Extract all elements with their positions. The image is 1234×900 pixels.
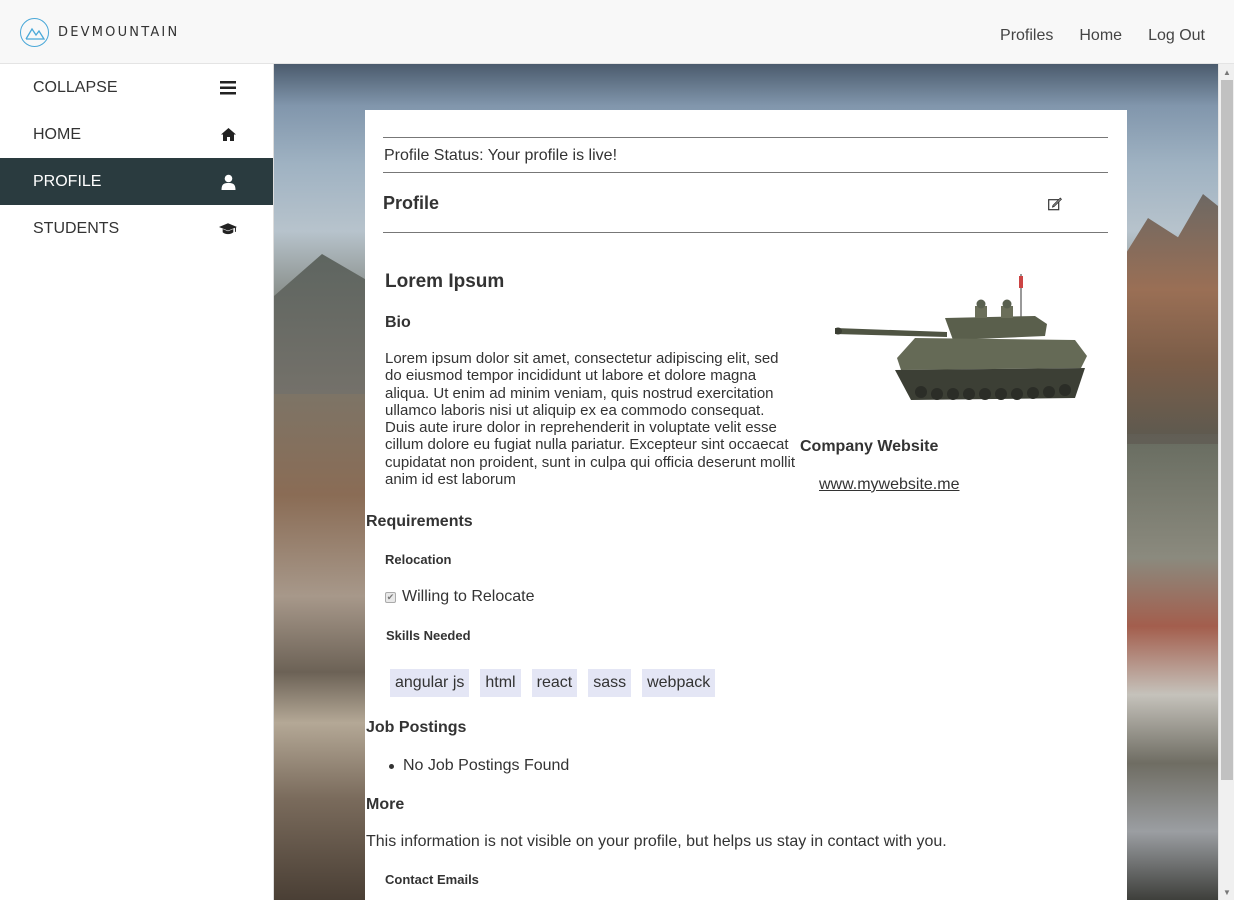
city-right [1126, 444, 1218, 900]
profile-name: Lorem Ipsum [385, 271, 505, 292]
home-icon [219, 126, 237, 144]
company-website-label: Company Website [800, 438, 939, 455]
bullet-icon [389, 763, 394, 769]
sidebar-item-collapse[interactable]: COLLAPSE [0, 64, 273, 111]
user-icon [219, 173, 237, 191]
scroll-thumb[interactable] [1221, 80, 1233, 780]
relocation-label: Relocation [385, 552, 452, 567]
profile-card: Profile Status: Your profile is live! Pr… [365, 110, 1127, 900]
sidebar-item-label: STUDENTS [33, 219, 120, 237]
more-heading: More [366, 796, 405, 813]
job-posting-text: No Job Postings Found [403, 757, 570, 774]
company-website-link[interactable]: www.mywebsite.me [819, 476, 959, 494]
edit-icon[interactable] [1048, 197, 1064, 213]
bio-text: Lorem ipsum dolor sit amet, consectetur … [385, 350, 795, 489]
sidebar-item-label: HOME [33, 125, 81, 143]
job-postings-heading: Job Postings [366, 719, 467, 736]
top-nav: Profiles Home Log Out [1000, 27, 1205, 45]
company-logo-image [834, 270, 1091, 420]
city-left [274, 394, 366, 900]
sidebar: COLLAPSE HOME PROFILE STUDENTS [0, 64, 274, 900]
profile-title: Profile [383, 193, 440, 213]
skill-tag: angular js [390, 669, 470, 697]
bars-icon [219, 79, 237, 97]
skills-needed-label: Skills Needed [386, 628, 471, 643]
mountain-right [1118, 194, 1218, 434]
skill-tag: html [480, 669, 521, 697]
list-item: No Job Postings Found [389, 757, 569, 775]
mountain-logo-icon [20, 18, 49, 47]
contact-emails-label: Contact Emails [385, 872, 479, 887]
brand-name: DEVMOUNTAIN [58, 25, 180, 40]
brand[interactable]: DEVMOUNTAIN [20, 18, 179, 47]
relocate-checkbox-label: Willing to Relocate [402, 588, 535, 605]
profile-status: Profile Status: Your profile is live! [384, 147, 618, 164]
skill-tag: webpack [642, 669, 716, 697]
relocate-option: ✔ Willing to Relocate [385, 588, 535, 606]
skills-list: angular js html react sass webpack [390, 669, 716, 697]
scroll-up-arrow-icon[interactable]: ▲ [1219, 64, 1234, 80]
nav-logout-link[interactable]: Log Out [1148, 27, 1205, 45]
skill-tag: react [531, 669, 578, 697]
skill-tag: sass [588, 669, 632, 697]
divider [383, 232, 1108, 233]
sidebar-item-students[interactable]: STUDENTS [0, 205, 273, 252]
nav-home-link[interactable]: Home [1079, 27, 1122, 45]
scroll-down-arrow-icon[interactable]: ▼ [1219, 884, 1234, 900]
scrollbar[interactable]: ▲ ▼ [1218, 64, 1234, 900]
profile-header: Profile [383, 173, 1108, 232]
requirements-heading: Requirements [366, 513, 473, 530]
sidebar-item-label: COLLAPSE [33, 78, 118, 96]
sidebar-item-home[interactable]: HOME [0, 111, 273, 158]
more-info-text: This information is not visible on your … [366, 833, 947, 850]
sidebar-item-profile[interactable]: PROFILE [0, 158, 273, 205]
nav-profiles-link[interactable]: Profiles [1000, 27, 1053, 45]
graduation-cap-icon [219, 220, 237, 238]
top-navbar: DEVMOUNTAIN Profiles Home Log Out [0, 0, 1234, 64]
bio-label: Bio [385, 314, 411, 331]
sidebar-item-label: PROFILE [33, 172, 102, 190]
relocate-checkbox[interactable]: ✔ [385, 591, 396, 603]
